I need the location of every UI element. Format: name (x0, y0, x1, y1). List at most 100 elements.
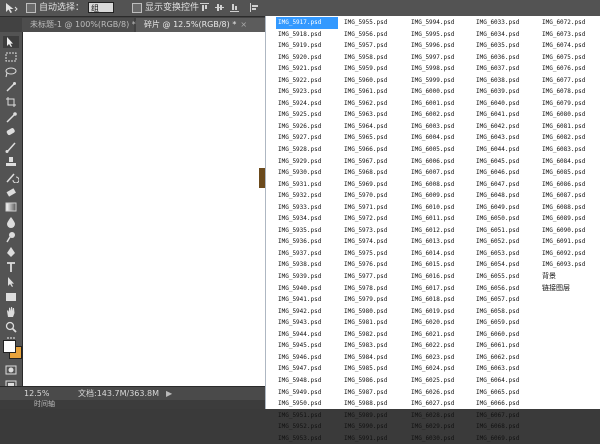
align-left-icon[interactable] (250, 3, 259, 12)
file-list-item[interactable]: IMG_5926.psd (276, 121, 338, 133)
file-list-item[interactable]: IMG_6075.psd (540, 52, 600, 64)
file-list-item[interactable]: IMG_5921.psd (276, 63, 338, 75)
file-list-item[interactable]: IMG_6039.psd (474, 86, 536, 98)
file-list-item[interactable]: IMG_5927.psd (276, 132, 338, 144)
file-list-item[interactable]: IMG_6036.psd (474, 52, 536, 64)
tab-fragments[interactable]: 碎片 @ 12.5%(RGB/8) * × (136, 18, 265, 32)
file-list-item[interactable]: IMG_5981.psd (342, 317, 404, 329)
file-list-item[interactable]: IMG_6081.psd (540, 121, 600, 133)
file-list-item[interactable]: IMG_5984.psd (342, 352, 404, 364)
file-list-item[interactable]: 背景 (540, 271, 600, 283)
file-list-item[interactable]: IMG_6037.psd (474, 63, 536, 75)
file-list-item[interactable]: IMG_6010.psd (409, 202, 471, 214)
file-list-item[interactable]: IMG_6061.psd (474, 340, 536, 352)
file-list-item[interactable]: IMG_5924.psd (276, 98, 338, 110)
file-list-item[interactable]: IMG_6044.psd (474, 144, 536, 156)
file-list-item[interactable]: IMG_5932.psd (276, 190, 338, 202)
align-bottom-icon[interactable] (230, 3, 239, 12)
file-list-item[interactable]: IMG_6046.psd (474, 167, 536, 179)
file-list-item[interactable]: IMG_5965.psd (342, 132, 404, 144)
eraser-tool-icon[interactable] (3, 186, 19, 198)
file-list-item[interactable]: IMG_5928.psd (276, 144, 338, 156)
file-list-item[interactable]: IMG_5963.psd (342, 109, 404, 121)
file-list-item[interactable]: IMG_5989.psd (342, 410, 404, 422)
file-list-item[interactable]: IMG_6029.psd (409, 421, 471, 433)
file-list-item[interactable]: IMG_5998.psd (409, 63, 471, 75)
type-tool-icon[interactable] (3, 261, 19, 273)
file-list-item[interactable]: IMG_5934.psd (276, 213, 338, 225)
file-list-item[interactable]: IMG_5990.psd (342, 421, 404, 433)
file-list-item[interactable]: IMG_5957.psd (342, 40, 404, 52)
file-list-item[interactable]: IMG_6007.psd (409, 167, 471, 179)
file-list-item[interactable]: IMG_6092.psd (540, 248, 600, 260)
file-list-item[interactable]: IMG_5920.psd (276, 52, 338, 64)
file-list-item[interactable]: IMG_5931.psd (276, 179, 338, 191)
auto-select-checkbox[interactable]: 自动选择： (26, 2, 84, 14)
file-list-item[interactable]: IMG_5980.psd (342, 306, 404, 318)
file-list-item[interactable]: IMG_6059.psd (474, 317, 536, 329)
file-list-item[interactable]: IMG_6030.psd (409, 433, 471, 444)
file-list-item[interactable]: IMG_5942.psd (276, 306, 338, 318)
file-list-item[interactable]: IMG_5948.psd (276, 375, 338, 387)
file-list-item[interactable]: IMG_6019.psd (409, 306, 471, 318)
file-list-item[interactable]: IMG_5951.psd (276, 410, 338, 422)
quick-mask-icon[interactable] (3, 364, 19, 376)
file-list-item[interactable]: IMG_6077.psd (540, 75, 600, 87)
move-tool-icon[interactable] (4, 2, 18, 14)
file-list-item[interactable]: IMG_5959.psd (342, 63, 404, 75)
file-list-item[interactable]: IMG_6063.psd (474, 363, 536, 375)
file-list-item[interactable]: IMG_6048.psd (474, 190, 536, 202)
file-list-item[interactable]: IMG_6000.psd (409, 86, 471, 98)
file-list-item[interactable]: IMG_6042.psd (474, 121, 536, 133)
eyedropper-tool-icon[interactable] (3, 111, 19, 123)
foreground-color-swatch[interactable] (3, 340, 16, 353)
lasso-tool-icon[interactable] (3, 66, 19, 78)
file-list-item[interactable]: IMG_6015.psd (409, 259, 471, 271)
file-list-item[interactable]: IMG_6011.psd (409, 213, 471, 225)
file-list-item[interactable]: IMG_6069.psd (474, 433, 536, 444)
align-top-icon[interactable] (200, 3, 209, 12)
file-list-item[interactable]: IMG_5955.psd (342, 17, 404, 29)
file-list-item[interactable]: IMG_6056.psd (474, 283, 536, 295)
file-list-item[interactable]: IMG_5964.psd (342, 121, 404, 133)
file-list-item[interactable]: IMG_6086.psd (540, 179, 600, 191)
file-list-item[interactable]: IMG_5936.psd (276, 236, 338, 248)
file-list-item[interactable]: IMG_5983.psd (342, 340, 404, 352)
file-list-item[interactable]: IMG_6047.psd (474, 179, 536, 191)
file-list-item[interactable]: IMG_6062.psd (474, 352, 536, 364)
file-list-item[interactable]: IMG_6052.psd (474, 236, 536, 248)
file-list-item[interactable]: IMG_6003.psd (409, 121, 471, 133)
blur-tool-icon[interactable] (3, 216, 19, 228)
file-list-item[interactable]: IMG_6006.psd (409, 156, 471, 168)
file-list-item[interactable]: IMG_5988.psd (342, 398, 404, 410)
file-list-item[interactable]: IMG_5972.psd (342, 213, 404, 225)
file-list-item[interactable]: IMG_5978.psd (342, 283, 404, 295)
file-list-item[interactable]: IMG_5974.psd (342, 236, 404, 248)
file-list-item[interactable]: IMG_5917.psd (276, 17, 338, 29)
file-list-item[interactable]: IMG_5944.psd (276, 329, 338, 341)
file-list-item[interactable]: IMG_6079.psd (540, 98, 600, 110)
file-list-item[interactable]: IMG_6013.psd (409, 236, 471, 248)
file-list-item[interactable]: IMG_6024.psd (409, 363, 471, 375)
file-list-item[interactable]: IMG_6058.psd (474, 306, 536, 318)
file-list-item[interactable]: IMG_5976.psd (342, 259, 404, 271)
file-list-item[interactable]: IMG_6049.psd (474, 202, 536, 214)
file-list-item[interactable]: IMG_6064.psd (474, 375, 536, 387)
file-list-item[interactable]: IMG_5986.psd (342, 375, 404, 387)
file-list-item[interactable]: IMG_6050.psd (474, 213, 536, 225)
file-list-item[interactable]: IMG_6041.psd (474, 109, 536, 121)
file-list-item[interactable]: IMG_5968.psd (342, 167, 404, 179)
file-list-item[interactable]: IMG_6073.psd (540, 29, 600, 41)
brush-tool-icon[interactable] (3, 141, 19, 153)
file-list-item[interactable]: IMG_5947.psd (276, 363, 338, 375)
file-list-item[interactable]: IMG_5918.psd (276, 29, 338, 41)
file-list-item[interactable]: IMG_5967.psd (342, 156, 404, 168)
file-list-item[interactable]: IMG_5995.psd (409, 29, 471, 41)
file-list-item[interactable]: IMG_5996.psd (409, 40, 471, 52)
file-list-item[interactable]: IMG_6014.psd (409, 248, 471, 260)
file-list-item[interactable]: IMG_5956.psd (342, 29, 404, 41)
file-list-item[interactable]: IMG_5939.psd (276, 271, 338, 283)
file-list-item[interactable]: IMG_5933.psd (276, 202, 338, 214)
file-list-item[interactable]: IMG_6085.psd (540, 167, 600, 179)
file-list-item[interactable]: IMG_6074.psd (540, 40, 600, 52)
